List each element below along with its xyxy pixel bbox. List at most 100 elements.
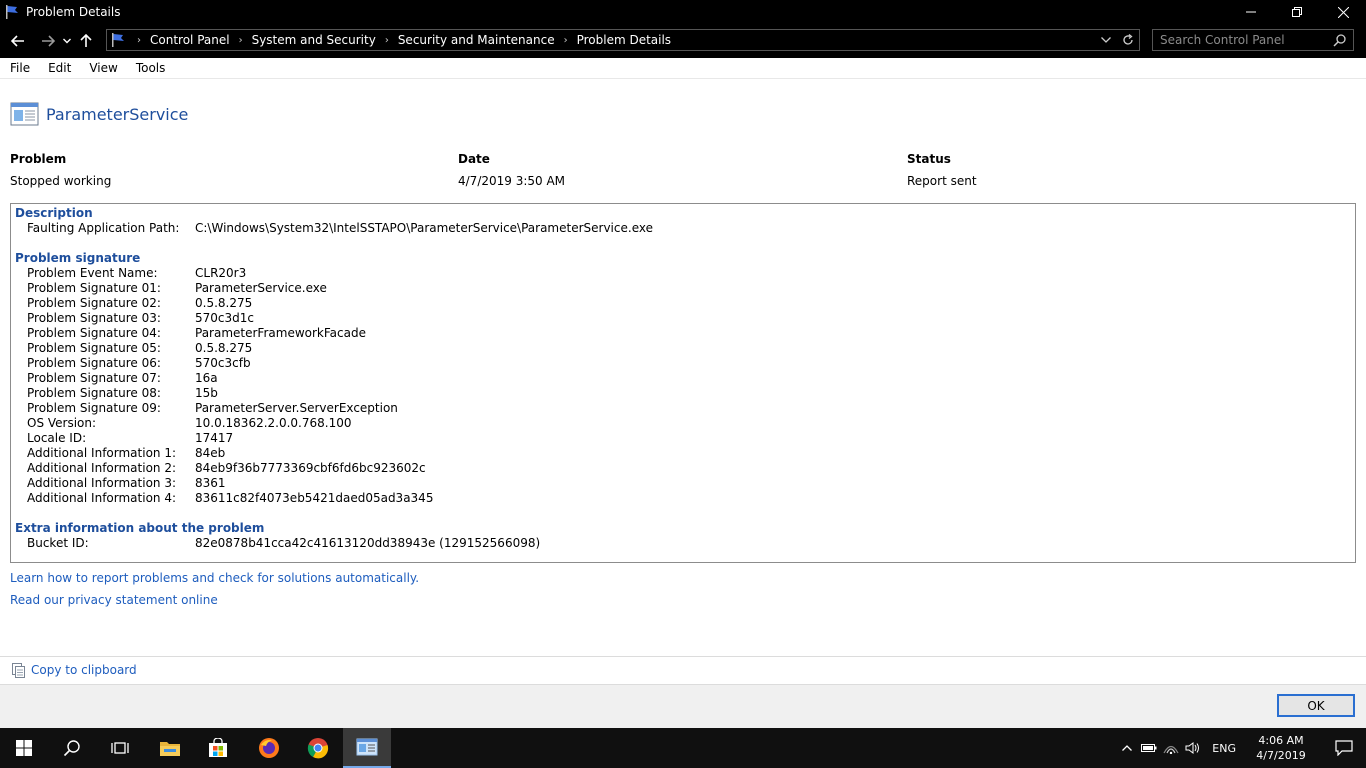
detail-value: 84eb9f36b7773369cbf6fd6bc923602c: [195, 461, 426, 475]
clock[interactable]: 4:06 AM 4/7/2019: [1246, 733, 1316, 763]
folder-icon: [160, 742, 180, 756]
detail-row: Problem Signature 08: 15b: [15, 386, 1355, 401]
refresh-button[interactable]: [1117, 34, 1139, 46]
menu-file[interactable]: File: [0, 61, 38, 75]
volume-icon[interactable]: [1182, 742, 1204, 754]
date-label: Date: [458, 152, 490, 166]
input-language-indicator[interactable]: ENG: [1212, 742, 1236, 755]
date-column: Date 4/7/2019 3:50 AM: [458, 150, 565, 190]
minimize-icon: [1246, 11, 1256, 13]
copy-to-clipboard-action[interactable]: Copy to clipboard: [10, 661, 137, 679]
detail-value: 10.0.18362.2.0.0.768.100: [195, 416, 352, 430]
breadcrumb-problem-details[interactable]: Problem Details: [577, 33, 671, 47]
divider: [0, 656, 1366, 657]
file-explorer-button[interactable]: [146, 728, 194, 768]
breadcrumb-separator-icon: ›: [563, 34, 568, 46]
detail-key: Problem Signature 01:: [27, 281, 161, 295]
learn-how-to-report-link[interactable]: Learn how to report problems and check f…: [10, 570, 419, 586]
detail-value: 84eb: [195, 446, 226, 460]
search-input[interactable]: [1153, 33, 1323, 47]
minimize-button[interactable]: [1228, 0, 1274, 24]
problem-details-taskbar-button[interactable]: [343, 728, 391, 768]
ok-button[interactable]: OK: [1277, 694, 1355, 717]
menu-view[interactable]: View: [79, 61, 125, 75]
detail-row: Problem Signature 04: ParameterFrameworkF…: [15, 326, 1355, 341]
detail-value: CLR20r3: [195, 266, 247, 280]
windows-logo-icon: [16, 740, 32, 756]
close-icon: [1337, 6, 1349, 18]
privacy-statement-link[interactable]: Read our privacy statement online: [10, 592, 419, 608]
taskbar: ENG 4:06 AM 4/7/2019: [0, 728, 1366, 768]
wifi-icon[interactable]: [1160, 742, 1182, 754]
address-history-button[interactable]: [1095, 37, 1117, 43]
show-hidden-icons-button[interactable]: [1116, 745, 1138, 751]
battery-icon[interactable]: [1138, 743, 1160, 753]
detail-row: Problem Signature 09: ParameterServer.Ser…: [15, 401, 1355, 416]
chevron-down-icon: [1101, 37, 1111, 43]
menu-edit[interactable]: Edit: [38, 61, 79, 75]
detail-row: Additional Information 4: 83611c82f4073eb…: [15, 491, 1355, 506]
chrome-button[interactable]: [294, 728, 342, 768]
problem-details-box: Description Faulting Application Path: C:…: [10, 203, 1356, 563]
problem-value: Stopped working: [10, 174, 112, 188]
detail-key: Problem Signature 09:: [27, 401, 161, 415]
up-button[interactable]: [74, 27, 98, 55]
breadcrumb: › Control Panel › System and Security › …: [128, 33, 671, 47]
detail-row: Additional Information 2: 84eb9f36b777336…: [15, 461, 1355, 476]
microsoft-store-button[interactable]: [194, 728, 242, 768]
detail-value: ParameterServer.ServerException: [195, 401, 398, 415]
detail-key: Problem Signature 08:: [27, 386, 161, 400]
forward-button[interactable]: [36, 27, 60, 55]
start-button[interactable]: [0, 728, 48, 768]
detail-key: Additional Information 1:: [27, 446, 177, 460]
address-bar[interactable]: › Control Panel › System and Security › …: [106, 29, 1140, 51]
control-panel-flag-icon: [4, 4, 20, 20]
detail-key: Problem Event Name:: [27, 266, 158, 280]
menu-bar: File Edit View Tools: [0, 58, 1366, 79]
detail-row: OS Version: 10.0.18362.2.0.0.768.100: [15, 416, 1355, 431]
search-icon[interactable]: [1333, 33, 1347, 47]
arrow-left-icon: [11, 35, 24, 47]
task-view-button[interactable]: [96, 728, 144, 768]
detail-row: Problem Signature 07: 16a: [15, 371, 1355, 386]
detail-key: Problem Signature 07:: [27, 371, 161, 385]
detail-value: 82e0878b41cca42c41613120dd38943e (129152…: [195, 536, 541, 550]
close-button[interactable]: [1320, 0, 1366, 24]
search-button[interactable]: [48, 728, 96, 768]
detail-row: Locale ID: 17417: [15, 431, 1355, 446]
restore-button[interactable]: [1274, 0, 1320, 24]
detail-key: Bucket ID:: [27, 536, 89, 550]
back-button[interactable]: [6, 27, 30, 55]
detail-row: Problem Signature 06: 570c3cfb: [15, 356, 1355, 371]
search-box[interactable]: [1152, 29, 1354, 51]
breadcrumb-security-and-maintenance[interactable]: Security and Maintenance: [398, 33, 555, 47]
copy-to-clipboard-link[interactable]: Copy to clipboard: [31, 662, 137, 678]
action-center-button[interactable]: [1322, 740, 1366, 756]
clipboard-icon: [12, 663, 25, 678]
firefox-button[interactable]: [245, 728, 293, 768]
breadcrumb-control-panel[interactable]: Control Panel: [150, 33, 230, 47]
breadcrumb-system-and-security[interactable]: System and Security: [252, 33, 376, 47]
control-panel-flag-icon: [110, 31, 128, 49]
detail-value: C:\Windows\System32\IntelSSTAPO\Paramete…: [195, 221, 653, 235]
menu-tools[interactable]: Tools: [126, 61, 174, 75]
recent-locations-button[interactable]: [60, 27, 74, 55]
task-view-icon: [111, 742, 129, 754]
breadcrumb-separator-icon: ›: [137, 34, 141, 46]
status-column: Status Report sent: [907, 150, 977, 190]
detail-key: Additional Information 3:: [27, 476, 177, 490]
problem-label: Problem: [10, 152, 67, 166]
chevron-down-icon: [63, 38, 71, 44]
app-header: ParameterService: [10, 100, 188, 128]
detail-key: Problem Signature 05:: [27, 341, 161, 355]
notification-icon: [1335, 740, 1353, 756]
refresh-icon: [1123, 34, 1133, 45]
clock-time: 4:06 AM: [1258, 734, 1304, 747]
detail-value: 17417: [195, 431, 234, 445]
detail-row: Problem Signature 05: 0.5.8.275: [15, 341, 1355, 356]
detail-value: 0.5.8.275: [195, 296, 253, 310]
detail-row: Faulting Application Path: C:\Windows\Sys…: [15, 221, 1355, 236]
detail-key: Additional Information 2:: [27, 461, 177, 475]
detail-value: 16a: [195, 371, 218, 385]
navigation-bar: › Control Panel › System and Security › …: [0, 24, 1366, 58]
